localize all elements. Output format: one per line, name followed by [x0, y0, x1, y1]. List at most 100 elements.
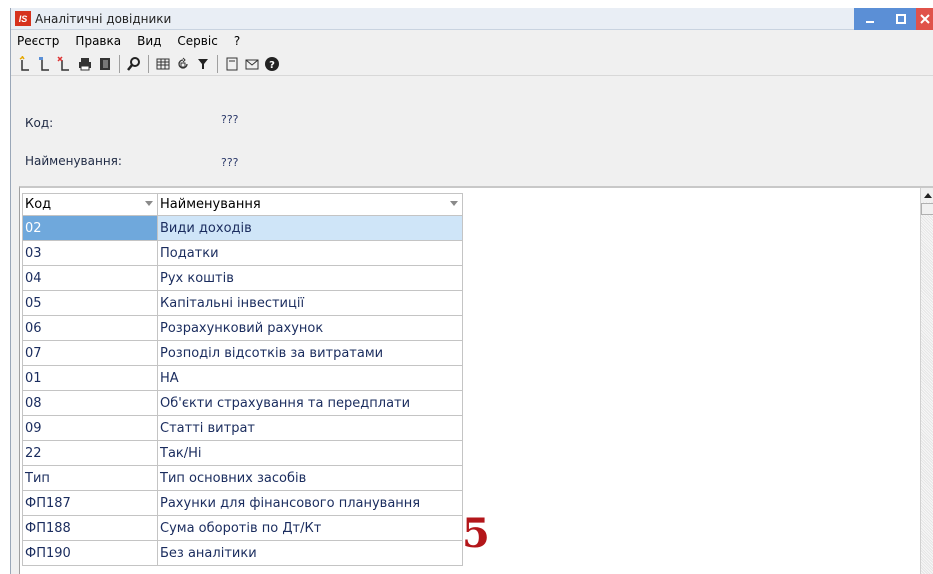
copy-record-button[interactable] — [35, 54, 55, 74]
cell-name[interactable]: Рух коштів — [157, 265, 463, 291]
title-bar: IS Аналітичні довідники — [11, 8, 933, 30]
column-header-name[interactable]: Найменування — [157, 193, 463, 216]
code-label: Код: — [25, 116, 54, 130]
app-logo: IS — [15, 11, 31, 26]
table-row[interactable]: ФП187 Рахунки для фінансового планування — [22, 490, 463, 516]
cell-code[interactable]: 05 — [22, 290, 158, 316]
cell-name[interactable]: Розрахунковий рахунок — [157, 315, 463, 341]
table-row[interactable]: 07 Розподіл відсотків за витратами — [22, 340, 463, 366]
toolbar-separator — [217, 54, 218, 73]
maximize-button[interactable] — [885, 8, 916, 30]
sort-arrow-icon[interactable] — [450, 201, 458, 206]
table-row[interactable]: 05 Капітальні інвестиції — [22, 290, 463, 316]
table-body: 02 Види доходів 03 Податки 04 Рух коштів 05 Кап… — [22, 215, 463, 566]
window-controls — [854, 8, 933, 30]
filter-icon — [198, 58, 208, 69]
cell-code[interactable]: 09 — [22, 415, 158, 441]
table-row[interactable]: Тип Тип основних засобів — [22, 465, 463, 491]
close-button[interactable] — [916, 8, 933, 30]
maximize-icon — [895, 14, 906, 24]
sort-arrow-icon[interactable] — [145, 201, 153, 206]
cell-code[interactable]: 07 — [22, 340, 158, 366]
cell-code[interactable]: ФП190 — [22, 540, 158, 566]
search-button[interactable] — [124, 54, 144, 74]
table-view-button[interactable] — [153, 54, 173, 74]
delete-record-button[interactable] — [55, 54, 75, 74]
search-icon — [127, 56, 140, 71]
filter-button[interactable] — [193, 54, 213, 74]
code-value: ??? — [221, 113, 239, 126]
toolbar-separator — [119, 54, 120, 73]
column-header-code-label: Код — [25, 197, 52, 212]
table-row[interactable]: 01 НА — [22, 365, 463, 391]
cell-name[interactable]: Так/Ні — [157, 440, 463, 466]
scroll-up-icon — [923, 193, 932, 198]
print-button[interactable] — [75, 54, 95, 74]
print-icon — [79, 57, 91, 70]
copy-record-icon — [39, 56, 49, 71]
table-header-row: Код Найменування — [22, 193, 463, 216]
close-icon — [920, 14, 930, 24]
new-record-button[interactable] — [15, 54, 35, 74]
name-label: Найменування: — [25, 154, 122, 168]
document-button[interactable] — [222, 54, 242, 74]
menu-view[interactable]: Вид — [129, 34, 169, 48]
step-annotation: 5 — [462, 510, 490, 557]
table-row[interactable]: ФП190 Без аналітики — [22, 540, 463, 566]
window-title: Аналітичні довідники — [35, 11, 172, 26]
table-row[interactable]: 22 Так/Ні — [22, 440, 463, 466]
cell-code[interactable]: ФП188 — [22, 515, 158, 541]
table-row[interactable]: ФП188 Сума оборотів по Дт/Кт — [22, 515, 463, 541]
cell-code[interactable]: ФП187 — [22, 490, 158, 516]
toolbar-separator — [148, 54, 149, 73]
cell-name[interactable]: Статті витрат — [157, 415, 463, 441]
new-record-icon — [19, 55, 29, 71]
menu-service[interactable]: Сервіс — [169, 34, 225, 48]
cell-code[interactable]: 08 — [22, 390, 158, 416]
table-row[interactable]: 08 Об'єкти страхування та передплати — [22, 390, 463, 416]
column-header-code[interactable]: Код — [22, 193, 158, 216]
mail-button[interactable] — [242, 54, 262, 74]
filter-panel: Код: ??? Найменування: ??? — [11, 76, 933, 184]
vertical-scrollbar[interactable] — [920, 188, 933, 574]
reference-table: Код Найменування 02 Види доходів 03 Податки… — [22, 193, 463, 566]
column-header-name-label: Найменування — [160, 197, 261, 212]
cell-code[interactable]: 03 — [22, 240, 158, 266]
cell-code[interactable]: 06 — [22, 315, 158, 341]
menu-help[interactable]: ? — [226, 34, 248, 48]
cell-name[interactable]: Розподіл відсотків за витратами — [157, 340, 463, 366]
cell-name[interactable]: Рахунки для фінансового планування — [157, 490, 463, 516]
cell-code[interactable]: 01 — [22, 365, 158, 391]
cell-code[interactable]: Тип — [22, 465, 158, 491]
export-icon — [100, 57, 110, 70]
refresh-icon — [178, 57, 188, 69]
export-button[interactable] — [95, 54, 115, 74]
table-row[interactable]: 03 Податки — [22, 240, 463, 266]
table-row[interactable]: 06 Розрахунковий рахунок — [22, 315, 463, 341]
table-row[interactable]: 09 Статті витрат — [22, 415, 463, 441]
cell-code[interactable]: 02 — [22, 215, 158, 241]
help-button[interactable]: ? — [262, 54, 282, 74]
svg-text:?: ? — [269, 60, 275, 71]
scroll-thumb[interactable] — [921, 203, 933, 215]
minimize-button[interactable] — [854, 8, 885, 30]
menu-registry[interactable]: Реєстр — [11, 34, 67, 48]
minimize-icon — [865, 21, 874, 23]
cell-code[interactable]: 22 — [22, 440, 158, 466]
name-value: ??? — [221, 156, 239, 169]
cell-name[interactable]: НА — [157, 365, 463, 391]
cell-name[interactable]: Сума оборотів по Дт/Кт — [157, 515, 463, 541]
mail-icon — [245, 59, 259, 69]
cell-name[interactable]: Податки — [157, 240, 463, 266]
cell-name[interactable]: Капітальні інвестиції — [157, 290, 463, 316]
refresh-button[interactable] — [173, 54, 193, 74]
table-row[interactable]: 04 Рух коштів — [22, 265, 463, 291]
cell-name[interactable]: Види доходів — [157, 215, 463, 241]
cell-name[interactable]: Без аналітики — [157, 540, 463, 566]
scroll-up-button[interactable] — [921, 188, 933, 202]
cell-name[interactable]: Об'єкти страхування та передплати — [157, 390, 463, 416]
cell-code[interactable]: 04 — [22, 265, 158, 291]
menu-edit[interactable]: Правка — [67, 34, 129, 48]
cell-name[interactable]: Тип основних засобів — [157, 465, 463, 491]
table-row[interactable]: 02 Види доходів — [22, 215, 463, 241]
